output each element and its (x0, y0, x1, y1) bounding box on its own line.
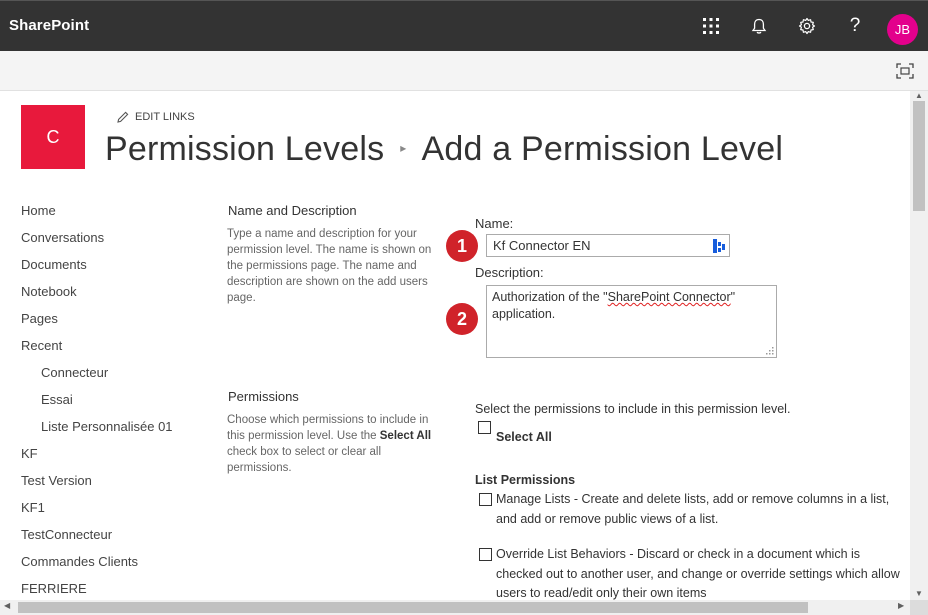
page-title: Permission Levels ▸ Add a Permission Level (105, 130, 783, 169)
override-list-behaviors-checkbox[interactable] (479, 548, 492, 561)
horizontal-scroll-thumb[interactable] (18, 602, 808, 613)
select-all-label: Select All (496, 430, 552, 444)
permissions-section-description: Choose which permissions to include in t… (227, 412, 441, 476)
nav-item[interactable]: KF (21, 443, 211, 470)
name-section-description: Type a name and description for your per… (227, 228, 432, 304)
scroll-down-arrow-icon[interactable]: ▼ (915, 589, 923, 598)
edit-links-label: EDIT LINKS (135, 111, 195, 123)
left-navigation: Home Conversations Documents Notebook Pages R… (21, 200, 211, 605)
nav-item[interactable]: Commandes Clients (21, 551, 211, 578)
breadcrumb-parent[interactable]: Permission Levels (105, 130, 384, 168)
step-badge-2: 2 (446, 303, 478, 335)
pencil-icon (117, 111, 129, 123)
nav-item[interactable]: Test Version (21, 470, 211, 497)
scroll-left-arrow-icon[interactable]: ◀ (4, 601, 10, 610)
name-input[interactable]: Kf Connector EN (486, 234, 730, 257)
select-all-checkbox[interactable] (478, 421, 491, 434)
nav-item[interactable]: Recent (21, 335, 211, 362)
scroll-up-arrow-icon[interactable]: ▲ (915, 91, 923, 100)
vertical-scrollbar[interactable]: ▲ ▼ (910, 91, 928, 600)
focus-mode-icon[interactable] (895, 62, 915, 80)
permissions-desc-end: check box to select or clear all permiss… (227, 446, 382, 474)
override-list-behaviors-label: Override List Behaviors - Discard or che… (496, 547, 900, 600)
nav-item[interactable]: Pages (21, 308, 211, 335)
nav-item[interactable]: Home (21, 200, 211, 227)
name-label: Name: (475, 216, 514, 231)
description-textarea[interactable]: Authorization of the "SharePoint Connect… (486, 285, 777, 358)
ribbon-bar (0, 51, 928, 91)
suite-bar: SharePoint ? JB (0, 0, 928, 51)
list-permissions-heading: List Permissions (475, 473, 576, 487)
breadcrumb-separator-icon: ▸ (400, 141, 407, 156)
brand-label[interactable]: SharePoint (9, 17, 89, 34)
breadcrumb-current: Add a Permission Level (421, 130, 784, 168)
description-label: Description: (475, 265, 544, 280)
nav-item[interactable]: Essai (21, 389, 211, 416)
description-text-start: Authorization of the " (492, 290, 608, 304)
spellcheck-marked-text: SharePoint Connector (607, 290, 731, 304)
nav-item[interactable]: Conversations (21, 227, 211, 254)
name-section-title: Name and Description (228, 203, 357, 218)
bell-icon[interactable] (742, 9, 776, 43)
gear-icon[interactable] (790, 9, 824, 43)
permissions-desc-bold: Select All (379, 430, 432, 442)
nav-item[interactable]: Liste Personnalisée 01 (21, 416, 211, 443)
step-badge-1: 1 (446, 230, 478, 262)
scroll-right-arrow-icon[interactable]: ▶ (898, 601, 904, 610)
manage-lists-checkbox[interactable] (479, 493, 492, 506)
nav-item[interactable]: Documents (21, 254, 211, 281)
password-manager-icon[interactable] (712, 238, 726, 254)
permissions-section-title: Permissions (228, 389, 299, 404)
nav-item[interactable]: KF1 (21, 497, 211, 524)
edit-links-button[interactable]: EDIT LINKS (117, 111, 195, 123)
horizontal-scrollbar[interactable]: ◀ ▶ (0, 600, 910, 615)
permissions-intro: Select the permissions to include in thi… (475, 402, 791, 416)
nav-item[interactable]: Connecteur (21, 362, 211, 389)
manage-lists-label: Manage Lists - Create and delete lists, … (496, 492, 890, 526)
resize-grip-icon[interactable] (764, 345, 774, 355)
scrollbar-corner (910, 600, 928, 615)
app-launcher-icon[interactable] (694, 9, 728, 43)
site-logo[interactable]: C (21, 105, 85, 169)
nav-item[interactable]: Notebook (21, 281, 211, 308)
avatar[interactable]: JB (887, 14, 918, 45)
nav-item[interactable]: TestConnecteur (21, 524, 211, 551)
vertical-scroll-thumb[interactable] (913, 101, 925, 211)
help-icon[interactable]: ? (838, 9, 872, 43)
